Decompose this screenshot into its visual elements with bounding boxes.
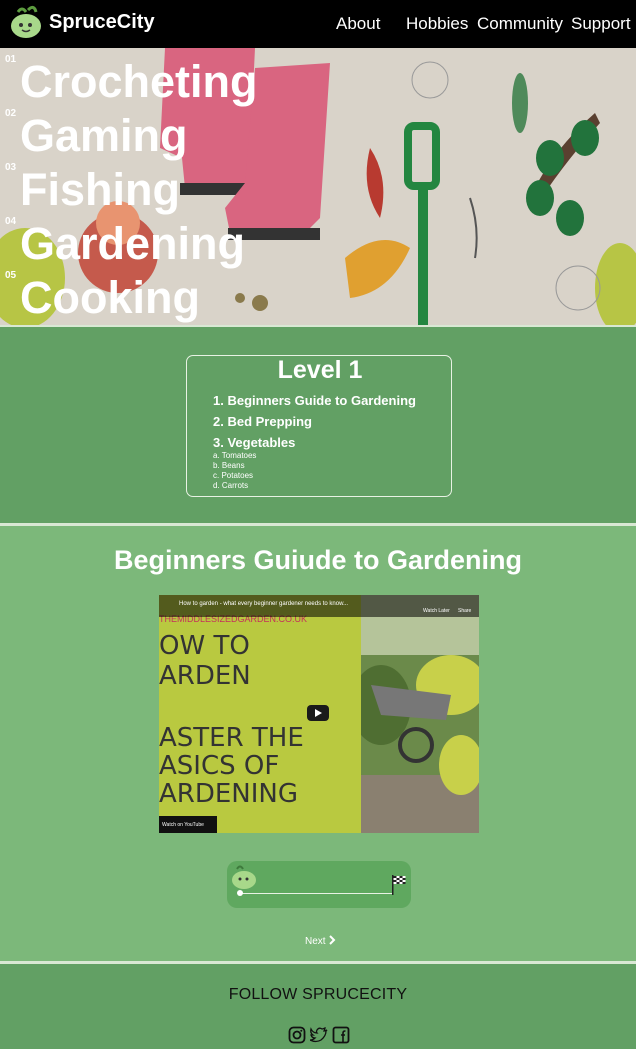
sublesson-link[interactable]: b. Beans (213, 461, 245, 470)
hobby-link-fishing[interactable]: Fishing (20, 167, 180, 212)
nav-link-community[interactable]: Community (477, 14, 563, 34)
play-button[interactable] (307, 705, 329, 721)
hobby-link-gaming[interactable]: Gaming (20, 113, 188, 158)
watch-on-youtube-button[interactable]: Watch on YouTube (159, 816, 217, 833)
sprucecity-mascot-icon (232, 865, 256, 889)
nav-link-support[interactable]: Support (571, 14, 631, 34)
level-outline-card: Level 1 1. Beginners Guide to Gardening … (186, 355, 452, 497)
video-thumbnail-photo (351, 595, 479, 833)
hobby-number: 01 (5, 54, 17, 65)
embedded-video-player[interactable]: THEMIDDLESIZEDGARDEN.CO.UK OW TO ARDEN A… (159, 595, 479, 833)
instagram-icon[interactable] (288, 1026, 306, 1044)
sublesson-link[interactable]: a. Tomatoes (213, 451, 256, 460)
hobby-number: 04 (5, 216, 17, 227)
watch-later-button[interactable]: Watch Later (423, 608, 450, 614)
facebook-icon[interactable] (332, 1026, 350, 1044)
brand-name[interactable]: SpruceCity (49, 11, 155, 34)
sprucecity-logo-icon[interactable] (8, 4, 44, 40)
footer: FOLLOW SPRUCECITY (0, 964, 636, 1049)
lesson-title: Beginners Guiude to Gardening (113, 545, 523, 575)
hobby-number: 05 (5, 270, 17, 281)
next-lesson-link[interactable]: Next (305, 935, 336, 947)
hobby-link-gardening[interactable]: Gardening (20, 221, 245, 266)
hobby-link-cooking[interactable]: Cooking (20, 275, 200, 320)
nav-link-hobbies[interactable]: Hobbies (406, 14, 468, 34)
video-thumbnail-text-panel: THEMIDDLESIZEDGARDEN.CO.UK OW TO ARDEN A… (159, 595, 361, 833)
hobby-link-crocheting[interactable]: Crocheting (20, 59, 258, 104)
progress-marker (237, 890, 243, 896)
next-label: Next (305, 936, 326, 947)
nav-link-about[interactable]: About (336, 14, 380, 34)
lesson-link[interactable]: 3. Vegetables (213, 435, 295, 450)
level-section: Level 1 1. Beginners Guide to Gardening … (0, 327, 636, 523)
sublesson-link[interactable]: c. Potatoes (213, 471, 253, 480)
video-title-line: OW TO (159, 631, 250, 661)
follow-heading: FOLLOW SPRUCECITY (228, 986, 408, 1003)
video-caption[interactable]: How to garden - what every beginner gard… (179, 601, 348, 607)
video-title-line: ASTER THE (159, 723, 304, 753)
lesson-link[interactable]: 1. Beginners Guide to Gardening (213, 393, 416, 408)
hobby-number: 03 (5, 162, 17, 173)
top-navbar: SpruceCity About Hobbies Community Suppo… (0, 0, 636, 48)
chevron-right-icon (329, 935, 336, 945)
sublesson-link[interactable]: d. Carrots (213, 481, 248, 490)
lesson-link[interactable]: 2. Bed Prepping (213, 414, 312, 429)
video-title-line: ASICS OF (159, 751, 280, 781)
wheelbarrow-photo (351, 595, 479, 833)
video-title-line: ARDEN (159, 661, 251, 691)
finish-flag-icon (392, 875, 406, 895)
level-title: Level 1 (277, 356, 363, 384)
share-button[interactable]: Share (458, 608, 471, 614)
twitter-icon[interactable] (310, 1026, 328, 1044)
video-title-line: ARDENING (159, 779, 299, 809)
video-title-bar: How to garden - what every beginner gard… (159, 595, 479, 617)
lesson-progress-bar (227, 861, 411, 908)
hobby-number: 02 (5, 108, 17, 119)
lesson-content-section: Beginners Guiude to Gardening THEMIDDLES… (0, 526, 636, 962)
hero-banner: 01 Crocheting 02 Gaming 03 Fishing 04 Ga… (0, 48, 636, 325)
progress-track (241, 893, 393, 894)
